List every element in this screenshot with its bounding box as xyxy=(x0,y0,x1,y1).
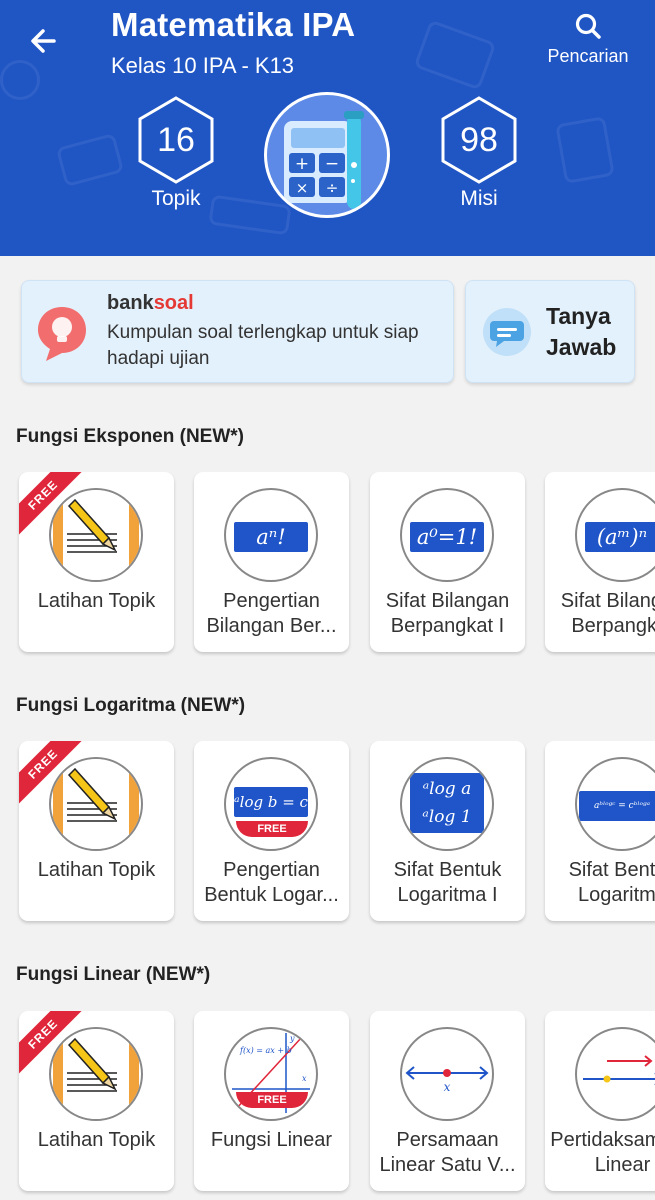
topic-card[interactable]: ᵃlog b = c FREE Pengertian Bentuk Logar.… xyxy=(194,741,349,921)
topic-row-logaritma: FREE Latihan Topik ᵃlog b = c FREE Penge… xyxy=(0,741,655,926)
topic-card-label: Pengertian Bentuk Logar... xyxy=(204,859,339,906)
hexagon-icon: 16 xyxy=(136,95,216,185)
section-title-logaritma: Fungsi Logaritma (NEW*) xyxy=(16,695,246,716)
arrow-left-icon xyxy=(31,29,56,53)
page-title: Matematika IPA xyxy=(111,6,356,43)
topic-card-label: Latihan Topik xyxy=(37,1129,156,1151)
page-subtitle: Kelas 10 IPA - K13 xyxy=(111,53,295,78)
topic-card[interactable]: FREE Latihan Topik xyxy=(19,741,174,921)
topic-card[interactable]: Pertidaksamaan Linear xyxy=(545,1011,655,1191)
axis-label-x: x xyxy=(444,1080,451,1094)
line-graph-icon: f(x) = ax + b x y FREE xyxy=(224,1027,318,1121)
topic-card[interactable]: ᵃlog a ᵃlog 1 Sifat Bentuk Logaritma I xyxy=(370,741,525,921)
misi-label: Misi xyxy=(460,187,498,210)
misi-stat: 98 Misi xyxy=(434,95,524,211)
topik-label: Topik xyxy=(151,187,201,210)
tanya-jawab-label: Tanya Jawab xyxy=(546,303,617,360)
topic-card-label: Sifat Bentuk Logaritma xyxy=(568,859,655,906)
banksoal-description: Kumpulan soal terlengkap untuk siap hada… xyxy=(107,322,419,369)
formula-icon: ᵃlog a ᵃlog 1 xyxy=(400,757,494,851)
lightbulb-icon xyxy=(34,303,90,363)
search-icon xyxy=(575,13,601,39)
formula-icon: aⁿ! xyxy=(224,488,318,582)
topic-card[interactable]: a⁰=1! Sifat Bilangan Berpangkat I xyxy=(370,472,525,652)
misi-count: 98 xyxy=(460,121,498,159)
topic-card[interactable]: x Persamaan Linear Satu V... xyxy=(370,1011,525,1191)
topic-card[interactable]: aᵇˡᵒᵍᶜ = cᵇˡᵒᵍᵃ Sifat Bentuk Logaritma xyxy=(545,741,655,921)
topik-stat: 16 Topik xyxy=(131,95,221,211)
search-label: Pencarian xyxy=(547,46,629,66)
svg-text:÷: ÷ xyxy=(326,179,339,197)
formula-text: a⁰=1! xyxy=(410,522,484,552)
hexagon-icon: 98 xyxy=(439,95,519,185)
topic-card[interactable]: FREE Latihan Topik xyxy=(19,472,174,652)
calculator-icon: + − × ÷ xyxy=(264,92,390,218)
topic-card[interactable]: FREE Latihan Topik xyxy=(19,1011,174,1191)
chat-bubble-icon xyxy=(482,307,532,357)
topic-card-label: Pengertian Bilangan Ber... xyxy=(206,590,337,637)
formula-text: ᵃlog a ᵃlog 1 xyxy=(410,773,484,833)
formula-icon: a⁰=1! xyxy=(400,488,494,582)
free-strip: FREE xyxy=(236,1092,308,1108)
pencil-notebook-icon xyxy=(49,757,143,851)
banksoal-card[interactable]: banksoal Kumpulan soal terlengkap untuk … xyxy=(21,280,454,383)
svg-text:×: × xyxy=(296,179,309,197)
svg-text:−: − xyxy=(325,154,339,174)
topic-card[interactable]: (aᵐ)ⁿ Sifat Bilangan Berpangkat xyxy=(545,472,655,652)
tanya-jawab-card[interactable]: Tanya Jawab xyxy=(465,280,635,383)
axis-label-x: x xyxy=(302,1074,307,1083)
topic-card-label: Pertidaksamaan Linear xyxy=(550,1129,655,1176)
topic-card[interactable]: aⁿ! Pengertian Bilangan Ber... xyxy=(194,472,349,652)
topic-card[interactable]: f(x) = ax + b x y FREE Fungsi Linear xyxy=(194,1011,349,1191)
search-button[interactable]: Pencarian xyxy=(538,12,638,74)
formula-icon: (aᵐ)ⁿ xyxy=(575,488,655,582)
banksoal-brand: banksoal xyxy=(107,292,194,314)
back-button[interactable] xyxy=(24,22,64,62)
topic-card-label: Sifat Bilangan Berpangkat xyxy=(560,590,655,637)
topic-row-eksponen: FREE Latihan Topik aⁿ! Pengertian Bilang… xyxy=(0,472,655,657)
topic-card-label: Persamaan Linear Satu V... xyxy=(379,1129,516,1176)
svg-text:+: + xyxy=(295,154,309,174)
topic-card-label: Latihan Topik xyxy=(37,590,156,612)
topic-card-label: Sifat Bilangan Berpangkat I xyxy=(385,590,510,637)
topic-card-label: Fungsi Linear xyxy=(210,1129,333,1151)
number-line-icon: x xyxy=(400,1027,494,1121)
axis-label-y: y xyxy=(289,1034,295,1043)
free-strip: FREE xyxy=(236,821,308,837)
formula-text: aⁿ! xyxy=(234,522,308,552)
topic-card-label: Latihan Topik xyxy=(37,859,156,881)
formula-text: (aᵐ)ⁿ xyxy=(585,522,655,552)
formula-text: f(x) = ax + b xyxy=(239,1046,292,1055)
section-title-eksponen: Fungsi Eksponen (NEW*) xyxy=(16,426,244,447)
pencil-notebook-icon xyxy=(49,488,143,582)
formula-text: ᵃlog b = c xyxy=(234,787,308,817)
topik-count: 16 xyxy=(157,121,195,159)
section-title-linear: Fungsi Linear (NEW*) xyxy=(16,964,211,985)
formula-icon: aᵇˡᵒᵍᶜ = cᵇˡᵒᵍᵃ xyxy=(575,757,655,851)
pencil-notebook-icon xyxy=(49,1027,143,1121)
formula-text: aᵇˡᵒᵍᶜ = cᵇˡᵒᵍᵃ xyxy=(579,791,655,821)
topic-card-label: Sifat Bentuk Logaritma I xyxy=(393,859,502,906)
subject-header: Matematika IPA Kelas 10 IPA - K13 Pencar… xyxy=(0,0,655,256)
topic-row-linear: FREE Latihan Topik f(x) = ax + b x y FRE… xyxy=(0,1011,655,1196)
inequality-line-icon xyxy=(575,1027,655,1121)
formula-icon: ᵃlog b = c FREE xyxy=(224,757,318,851)
